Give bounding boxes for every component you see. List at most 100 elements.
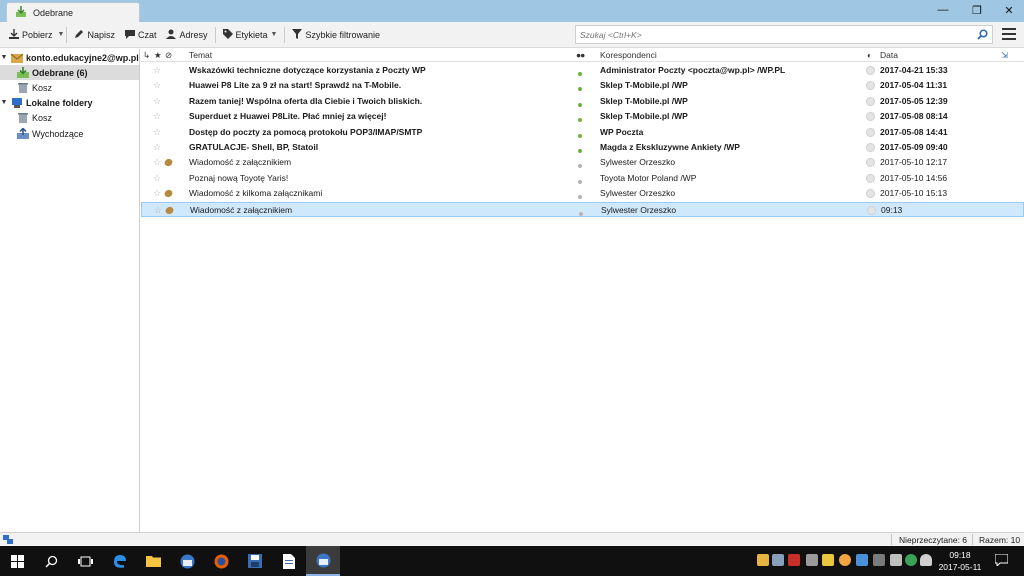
star-icon[interactable]: ☆ xyxy=(153,111,161,122)
tag-button[interactable]: Etykieta ▼ xyxy=(218,25,283,45)
chat-button[interactable]: Czat xyxy=(120,25,162,45)
online-status-icon[interactable] xyxy=(3,535,13,546)
attachment-column-icon[interactable]: ⊘ xyxy=(165,50,172,61)
get-mail-dropdown-icon[interactable]: ▼ xyxy=(58,31,65,38)
unread-dot-icon[interactable] xyxy=(578,145,582,155)
message-row[interactable]: ☆ Wiadomość z kilkoma załącznikami Sylwest… xyxy=(141,186,1024,201)
firefox-app[interactable] xyxy=(204,546,238,576)
column-subject[interactable]: Temat xyxy=(189,50,212,60)
star-icon[interactable]: ☆ xyxy=(153,188,161,199)
star-icon[interactable]: ☆ xyxy=(153,157,161,168)
message-row[interactable]: ☆ Razem taniej! Wspólna oferta dla Ciebie… xyxy=(141,94,1024,109)
tray-app-icon[interactable] xyxy=(856,554,868,566)
star-icon[interactable]: ☆ xyxy=(153,96,161,107)
read-dot-icon[interactable] xyxy=(579,208,583,218)
get-mail-button[interactable]: Pobierz xyxy=(4,25,58,45)
search-taskbar-button[interactable] xyxy=(34,546,68,576)
star-icon[interactable]: ☆ xyxy=(153,173,161,184)
tray-app-icon[interactable] xyxy=(822,554,834,566)
write-button[interactable]: Napisz xyxy=(69,25,120,45)
junk-status-icon[interactable] xyxy=(866,143,875,154)
junk-status-icon[interactable] xyxy=(866,81,875,92)
message-row[interactable]: ☆ Wiadomość z załącznikiem Sylwester Orzes… xyxy=(141,201,1024,218)
junk-status-icon[interactable] xyxy=(866,66,875,77)
unread-dot-icon[interactable] xyxy=(578,83,582,93)
notifications-icon[interactable] xyxy=(994,553,1009,568)
message-row[interactable]: ☆ Wiadomość z załącznikiem Sylwester Orzes… xyxy=(141,155,1024,170)
junk-status-icon[interactable] xyxy=(866,158,875,169)
close-button[interactable]: ✕ xyxy=(992,0,1024,20)
junk-status-icon[interactable] xyxy=(866,112,875,123)
file-explorer-app[interactable] xyxy=(136,546,170,576)
document-icon xyxy=(283,553,295,569)
thunderbird-active-app[interactable] xyxy=(306,546,340,576)
star-icon[interactable]: ☆ xyxy=(154,205,162,216)
junk-status-icon[interactable] xyxy=(867,205,876,217)
unread-dot-icon[interactable] xyxy=(578,99,582,109)
tray-app-icon[interactable] xyxy=(788,554,800,566)
junk-status-icon[interactable] xyxy=(866,189,875,200)
maximize-button[interactable]: ❐ xyxy=(960,0,994,20)
folder-local-folders[interactable]: ▼ Lokalne foldery xyxy=(0,95,139,110)
read-dot-icon[interactable] xyxy=(578,160,582,170)
junk-status-icon[interactable] xyxy=(866,127,875,139)
column-correspondents[interactable]: Korespondenci xyxy=(600,50,657,60)
folder-outbox[interactable]: Wychodzące xyxy=(0,126,139,141)
junk-status-icon[interactable] xyxy=(866,96,875,108)
tray-app-icon[interactable] xyxy=(772,554,784,566)
message-row[interactable]: ☆ Superduet z Huawei P8Lite. Płać mniej z… xyxy=(141,109,1024,124)
edge-app[interactable] xyxy=(102,546,136,576)
tray-app-icon[interactable] xyxy=(873,554,885,566)
tray-app-icon[interactable] xyxy=(806,554,818,566)
tray-app-icon[interactable] xyxy=(839,554,851,566)
message-row[interactable]: ☆ Poznaj nową Toyotę Yaris! Toyota Motor P… xyxy=(141,171,1024,186)
search-input[interactable] xyxy=(580,29,970,40)
message-row[interactable]: ☆ Huawei P8 Lite za 9 zł na start! Sprawd… xyxy=(141,78,1024,93)
unread-dot-icon[interactable] xyxy=(578,130,582,140)
tab-inbox[interactable]: Odebrane xyxy=(6,2,140,22)
folder-local-trash[interactable]: Kosz xyxy=(0,110,139,125)
folder-account[interactable]: ▼ konto.edukacyjne2@wp.pl xyxy=(0,50,139,65)
start-button[interactable] xyxy=(0,546,34,576)
junk-status-icon[interactable] xyxy=(866,173,875,185)
read-status-column-icon[interactable]: ●● xyxy=(576,50,585,60)
thread-column-icon[interactable]: ↳ xyxy=(143,50,150,61)
document-app[interactable] xyxy=(272,546,306,576)
message-row[interactable]: ☆ GRATULACJE- Shell, BP, Statoil Magda z E… xyxy=(141,140,1024,155)
star-column-icon[interactable]: ★ xyxy=(154,50,162,61)
message-date: 2017-05-10 14:56 xyxy=(880,172,948,183)
tray-app-icon[interactable] xyxy=(890,554,902,566)
task-view-button[interactable] xyxy=(68,546,102,576)
save-app[interactable] xyxy=(238,546,272,576)
column-date[interactable]: Data xyxy=(880,50,898,60)
message-row[interactable]: ☆ Wskazówki techniczne dotyczące korzysta… xyxy=(141,63,1024,78)
folder-trash[interactable]: Kosz xyxy=(0,80,139,95)
quick-filter-button[interactable]: Szybkie filtrowanie xyxy=(287,25,385,45)
collapse-icon[interactable]: ▼ xyxy=(0,54,8,61)
message-subject: Dostęp do poczty za pomocą protokołu POP… xyxy=(189,126,423,137)
app-menu-button[interactable] xyxy=(1000,26,1018,42)
unread-dot-icon[interactable] xyxy=(578,114,582,124)
message-correspondent: Sylwester Orzeszko xyxy=(601,204,677,215)
thunderbird-app[interactable] xyxy=(170,546,204,576)
column-picker-icon[interactable]: ⇲ xyxy=(1001,50,1008,61)
collapse-icon[interactable]: ▼ xyxy=(0,99,8,106)
read-dot-icon[interactable] xyxy=(578,191,582,201)
toolbar-separator xyxy=(214,26,216,43)
address-book-button[interactable]: Adresy xyxy=(161,25,212,45)
search-box[interactable] xyxy=(575,25,993,44)
star-icon[interactable]: ☆ xyxy=(153,142,161,153)
tray-app-icon[interactable] xyxy=(905,554,917,566)
junk-column-icon[interactable]: ◐ xyxy=(867,50,872,60)
star-icon[interactable]: ☆ xyxy=(153,65,161,76)
folder-inbox[interactable]: Odebrane (6) xyxy=(0,65,139,80)
search-icon[interactable] xyxy=(977,29,988,42)
minimize-button[interactable]: — xyxy=(926,0,960,20)
star-icon[interactable]: ☆ xyxy=(153,80,161,91)
star-icon[interactable]: ☆ xyxy=(153,127,161,138)
system-clock[interactable]: 09:18 2017-05-11 xyxy=(930,549,990,573)
unread-dot-icon[interactable] xyxy=(578,68,582,78)
read-dot-icon[interactable] xyxy=(578,176,582,186)
tray-app-icon[interactable] xyxy=(757,554,769,566)
message-row[interactable]: ☆ Dostęp do poczty za pomocą protokołu PO… xyxy=(141,125,1024,140)
